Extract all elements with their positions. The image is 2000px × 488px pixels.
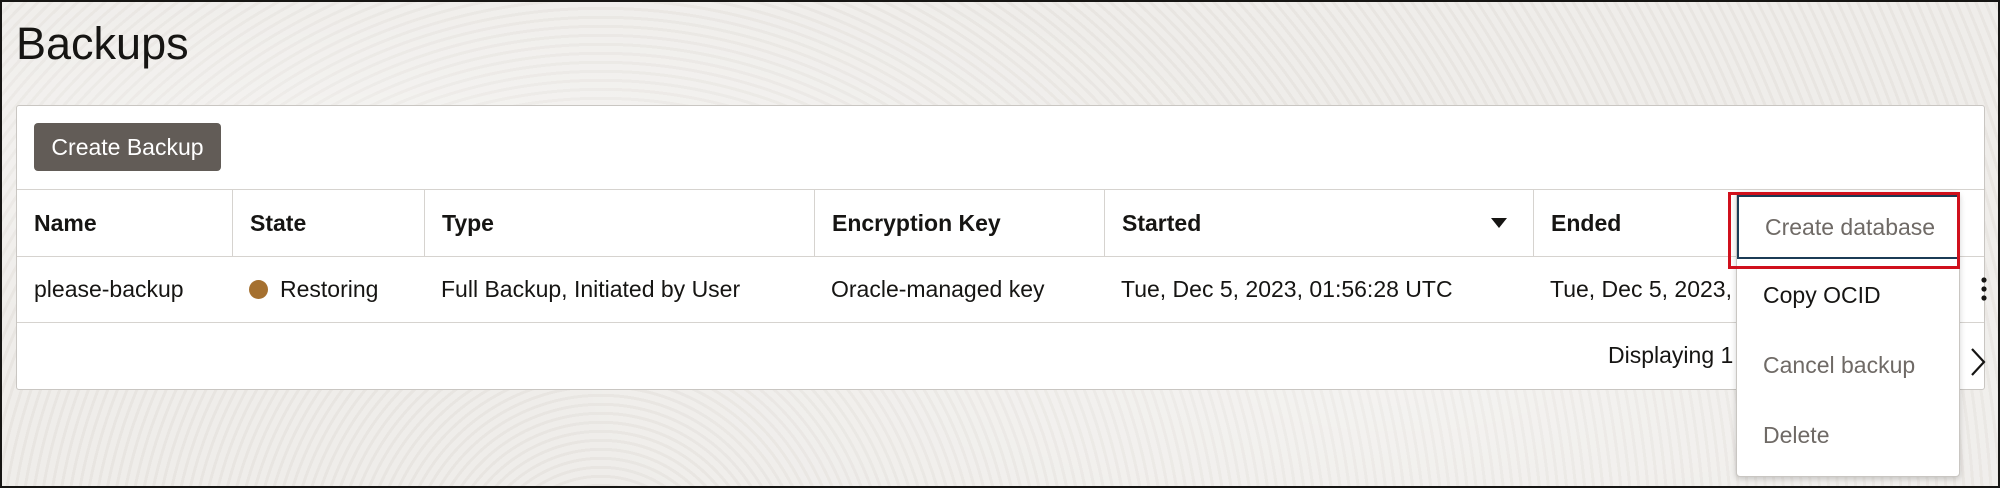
menu-item-cancel-backup[interactable]: Cancel backup [1737, 333, 1959, 397]
backup-state-label: Restoring [280, 275, 379, 302]
next-page-icon[interactable] [1966, 345, 1990, 379]
menu-item-delete[interactable]: Delete [1737, 403, 1959, 467]
backups-panel: Create Backup Name State Type Encryption… [16, 105, 1987, 390]
backup-name-cell[interactable]: please-backup [17, 256, 232, 322]
kebab-dots-icon [1981, 277, 1987, 301]
create-backup-button[interactable]: Create Backup [34, 123, 221, 171]
column-header-name[interactable]: Name [17, 190, 232, 256]
column-header-started[interactable]: Started [1104, 190, 1533, 256]
backups-page: Backups Create Backup Name State Type En… [0, 0, 2000, 488]
backup-encryption-key-cell: Oracle-managed key [831, 275, 1045, 302]
backup-type-cell: Full Backup, Initiated by User [441, 275, 741, 302]
column-header-state[interactable]: State [232, 190, 424, 256]
sort-descending-icon[interactable] [1491, 218, 1507, 228]
backup-state-cell: Restoring [232, 256, 424, 322]
menu-item-copy-ocid[interactable]: Copy OCID [1737, 263, 1959, 327]
row-actions-kebab-icon[interactable] [1972, 256, 1996, 322]
backup-started-cell: Tue, Dec 5, 2023, 01:56:28 UTC [1121, 275, 1453, 302]
column-header-started-label: Started [1122, 209, 1202, 236]
table-header-row: Name State Type Encryption Key Started E… [17, 189, 1984, 257]
menu-item-create-database[interactable]: Create database [1737, 195, 1959, 259]
column-header-encryption-key[interactable]: Encryption Key [814, 190, 1104, 256]
page-title: Backups [16, 18, 189, 69]
table-row: please-backup Restoring Full Backup, Ini… [17, 256, 1987, 323]
status-dot-icon [249, 279, 268, 299]
row-actions-menu: Create database Copy OCID Cancel backup … [1736, 192, 1960, 477]
column-header-type[interactable]: Type [424, 190, 814, 256]
pagination-status: Displaying 1 [1608, 342, 1734, 368]
